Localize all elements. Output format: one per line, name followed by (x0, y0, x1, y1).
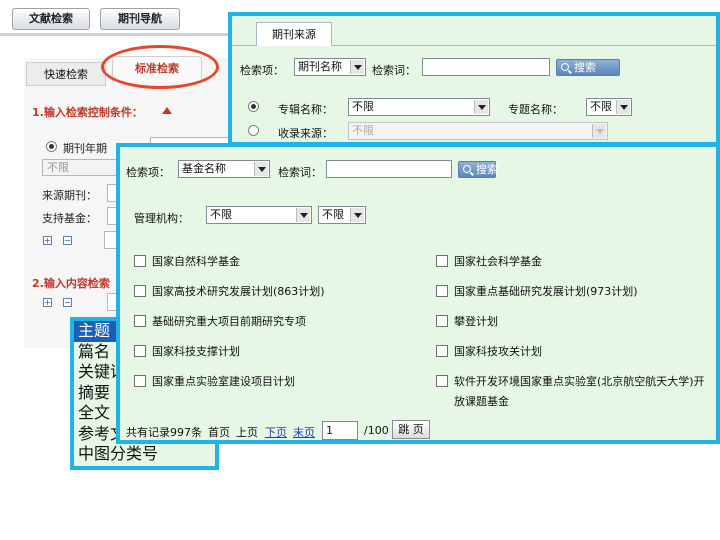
fund-search-panel: 检索项： 基金名称 检索词： 搜索 管理机构： 不限 不限 国家自然科学基金 国… (116, 143, 720, 444)
fund-label: 国家重点实验室建设项目计划 (152, 375, 295, 388)
record-count: 共有记录997条 (126, 426, 202, 439)
topic-select[interactable]: 不限 (586, 98, 632, 116)
chevron-down-icon (616, 100, 630, 114)
fund-label: 基础研究重大项目前期研究专项 (152, 315, 306, 328)
chevron-down-icon (350, 60, 364, 74)
source-journal-label: 来源期刊： (42, 189, 97, 202)
next-page-link[interactable]: 下页 (265, 424, 287, 440)
fund-checkbox[interactable] (436, 375, 448, 387)
fund-checkbox[interactable] (134, 345, 146, 357)
chevron-down-icon (474, 100, 488, 114)
radio-journal-year[interactable] (46, 141, 57, 152)
magnifier-icon (561, 63, 569, 71)
go-page-button[interactable]: 跳 页 (392, 420, 430, 439)
fund-label: 攀登计划 (454, 315, 498, 328)
search-field-value: 期刊名称 (298, 60, 342, 73)
search-button[interactable]: 搜索 (556, 59, 620, 76)
magnifier-icon (463, 165, 471, 173)
step1-heading: 1.输入检索控制条件： (32, 106, 143, 119)
page-total: /100 (364, 424, 389, 437)
agency-select-2[interactable]: 不限 (318, 206, 366, 224)
chevron-down-icon (254, 162, 268, 176)
search-field-label: 检索项： (126, 166, 170, 179)
tab-document-search[interactable]: 文献检索 (12, 8, 90, 30)
add-content-row-icon[interactable]: + (43, 298, 52, 307)
source-value: 不限 (352, 124, 374, 137)
add-row-icon[interactable]: + (43, 236, 52, 245)
fund-checkbox[interactable] (134, 285, 146, 297)
fund-checkbox[interactable] (436, 285, 448, 297)
fund-label: 支持基金： (42, 212, 97, 225)
highlight-oval (101, 45, 219, 89)
first-page-link: 首页 (208, 426, 230, 439)
search-button-label: 搜索 (476, 163, 498, 176)
special-collection-select[interactable]: 不限 (348, 98, 490, 116)
search-field-value: 基金名称 (182, 162, 226, 175)
topic-label: 专题名称： (508, 103, 563, 116)
search-word-label: 检索词： (278, 166, 322, 179)
fund-checkbox[interactable] (134, 375, 146, 387)
agency-select-1[interactable]: 不限 (206, 206, 312, 224)
search-field-select[interactable]: 期刊名称 (294, 58, 366, 76)
fund-checkbox[interactable] (134, 315, 146, 327)
page-number-input[interactable]: 1 (322, 421, 358, 440)
search-word-input[interactable] (422, 58, 550, 76)
fund-label-continued: 放课题基金 (454, 395, 509, 408)
tab-journal-navigation[interactable]: 期刊导航 (100, 8, 180, 30)
search-button[interactable]: 搜索 (458, 161, 498, 178)
list-item[interactable]: 中图分类号 (74, 444, 215, 465)
radio-source[interactable] (248, 125, 259, 136)
search-field-select[interactable]: 基金名称 (178, 160, 270, 178)
fund-label: 国家社会科学基金 (454, 255, 542, 268)
radio-special-collection[interactable] (248, 101, 259, 112)
search-word-label: 检索词： (372, 64, 416, 77)
fund-checkbox[interactable] (436, 255, 448, 267)
fund-label: 国家科技攻关计划 (454, 345, 542, 358)
chevron-down-icon (350, 208, 364, 222)
agency-label: 管理机构： (134, 212, 189, 225)
source-select[interactable]: 不限 (348, 122, 608, 140)
fund-checkbox[interactable] (134, 255, 146, 267)
fund-label: 国家重点基础研究发展计划(973计划) (454, 285, 638, 298)
search-button-label: 搜索 (574, 61, 596, 74)
agency-value-2: 不限 (322, 208, 344, 221)
step2-heading: 2.输入内容检索 (32, 277, 110, 290)
search-field-label: 检索项： (240, 64, 284, 77)
chevron-down-icon (296, 208, 310, 222)
journal-year-label: 期刊年期 (63, 142, 107, 155)
special-collection-label: 专辑名称： (278, 103, 333, 116)
remove-content-row-icon[interactable]: − (63, 298, 72, 307)
fund-checkbox[interactable] (436, 345, 448, 357)
fund-label: 国家科技支撑计划 (152, 345, 240, 358)
fund-label: 国家自然科学基金 (152, 255, 240, 268)
agency-value-1: 不限 (210, 208, 232, 221)
topic-value: 不限 (590, 100, 612, 113)
year-from-select[interactable]: 不限 (42, 159, 118, 176)
chevron-down-icon (592, 124, 606, 138)
tab-quick-search[interactable]: 快速检索 (26, 62, 106, 86)
last-page-link[interactable]: 末页 (293, 424, 315, 440)
journal-source-panel: 期刊来源 检索项： 期刊名称 检索词： 搜索 专辑名称： 不限 专题名称： 不限… (228, 12, 720, 146)
source-label: 收录来源： (278, 127, 333, 140)
fund-label: 国家高技术研究发展计划(863计划) (152, 285, 325, 298)
search-word-input[interactable] (326, 160, 452, 178)
top-divider (0, 33, 235, 36)
page-number-value: 1 (326, 424, 333, 437)
fund-label: 软件开发环境国家重点实验室(北京航空航天大学)开 (454, 375, 705, 388)
collapse-arrow-icon[interactable] (162, 107, 172, 114)
tab-journal-source[interactable]: 期刊来源 (256, 22, 332, 46)
remove-row-icon[interactable]: − (63, 236, 72, 245)
special-collection-value: 不限 (352, 100, 374, 113)
prev-page-link: 上页 (236, 426, 258, 439)
fund-checkbox[interactable] (436, 315, 448, 327)
